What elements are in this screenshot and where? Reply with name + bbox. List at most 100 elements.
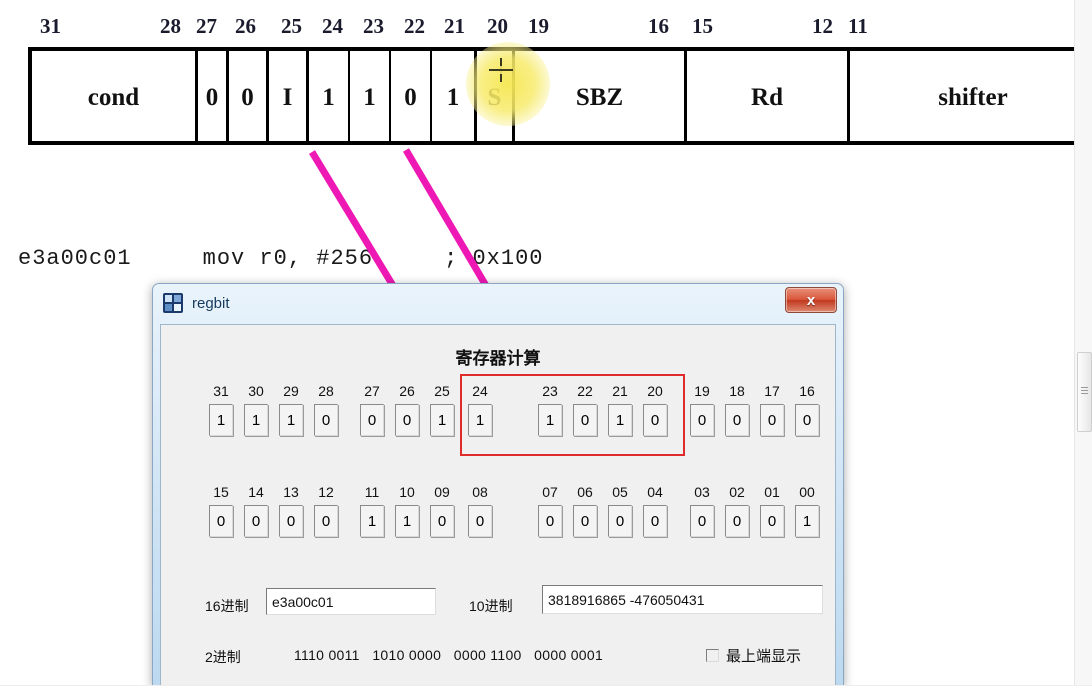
bit-value-11[interactable]: 1 <box>360 505 384 537</box>
bit-value-25[interactable]: 1 <box>430 404 454 436</box>
dialog-client-area: 寄存器计算 31 1 30 1 29 1 28 0 27 0 26 0 25 1… <box>160 324 836 685</box>
bit-value-00[interactable]: 1 <box>795 505 819 537</box>
bit-number-25: 25 <box>434 383 450 399</box>
bit-value-06[interactable]: 0 <box>573 505 597 537</box>
bit-label-12: 12 <box>812 14 833 38</box>
close-icon[interactable]: x <box>785 287 837 313</box>
bit-cell-08[interactable]: 08 0 <box>464 483 496 537</box>
window-title-bar[interactable]: regbit x <box>153 284 843 322</box>
bit-cell-10[interactable]: 10 1 <box>391 483 423 537</box>
scrollbar-thumb[interactable] <box>1077 352 1092 432</box>
bit-value-05[interactable]: 0 <box>608 505 632 537</box>
bit-value-07[interactable]: 0 <box>538 505 562 537</box>
bit-number-27: 27 <box>364 383 380 399</box>
bit-label-15: 15 <box>692 14 713 38</box>
bit-value-13[interactable]: 0 <box>279 505 303 537</box>
field-sbz: SBZ <box>515 51 687 145</box>
bit-number-15: 15 <box>213 484 229 500</box>
bit-value-29[interactable]: 1 <box>279 404 303 436</box>
bit-number-18: 18 <box>729 383 745 399</box>
bit-cell-14[interactable]: 14 0 <box>240 483 272 537</box>
bit-cell-17[interactable]: 17 0 <box>756 382 788 436</box>
bit-value-01[interactable]: 0 <box>760 505 784 537</box>
bit-cell-18[interactable]: 18 0 <box>721 382 753 436</box>
bit-value-14[interactable]: 0 <box>244 505 268 537</box>
bit-number-03: 03 <box>694 484 710 500</box>
bit-number-11: 11 <box>364 484 380 500</box>
instruction-encoding-diagram: 31 28 27 26 25 24 23 22 21 20 19 16 15 1… <box>0 0 1092 160</box>
bit-value-09[interactable]: 0 <box>430 505 454 537</box>
bit-label-31: 31 <box>40 14 61 38</box>
bit-cell-09[interactable]: 09 0 <box>426 483 458 537</box>
bit-cell-26[interactable]: 26 0 <box>391 382 423 436</box>
bit-value-17[interactable]: 0 <box>760 404 784 436</box>
bit-label-24: 24 <box>322 14 343 38</box>
bit-cell-13[interactable]: 13 0 <box>275 483 307 537</box>
bit-value-04[interactable]: 0 <box>643 505 667 537</box>
bit-cell-00[interactable]: 00 1 <box>791 483 823 537</box>
bit-cell-31[interactable]: 31 1 <box>205 382 237 436</box>
bit-number-02: 02 <box>729 484 745 500</box>
bit-number-17: 17 <box>764 383 780 399</box>
bit-value-16[interactable]: 0 <box>795 404 819 436</box>
bit-cell-25[interactable]: 25 1 <box>426 382 458 436</box>
field-bit26-0: 0 <box>229 51 269 145</box>
bit-number-30: 30 <box>248 383 264 399</box>
bit-cell-19[interactable]: 19 0 <box>686 382 718 436</box>
hex-input[interactable]: e3a00c01 <box>266 588 436 615</box>
bit-cell-01[interactable]: 01 0 <box>756 483 788 537</box>
window-title: regbit <box>192 294 230 312</box>
bit-cell-12[interactable]: 12 0 <box>310 483 342 537</box>
bit-number-labels: 31 28 27 26 25 24 23 22 21 20 19 16 15 1… <box>0 14 1092 42</box>
bit-cell-28[interactable]: 28 0 <box>310 382 342 436</box>
highlight-rectangle-bits-24-20 <box>460 374 685 456</box>
field-bit24-1: 1 <box>309 51 350 145</box>
bit-number-07: 07 <box>542 484 558 500</box>
bit-cell-03[interactable]: 03 0 <box>686 483 718 537</box>
bit-number-13: 13 <box>283 484 299 500</box>
bit-value-19[interactable]: 0 <box>690 404 714 436</box>
bit-label-22: 22 <box>404 14 425 38</box>
bit-cell-30[interactable]: 30 1 <box>240 382 272 436</box>
bit-number-06: 06 <box>577 484 593 500</box>
page-scrollbar[interactable] <box>1074 0 1092 686</box>
bit-value-12[interactable]: 0 <box>314 505 338 537</box>
bit-label-19: 19 <box>528 14 549 38</box>
bit-value-18[interactable]: 0 <box>725 404 749 436</box>
bit-cell-06[interactable]: 06 0 <box>569 483 601 537</box>
bit-value-28[interactable]: 0 <box>314 404 338 436</box>
bit-value-15[interactable]: 0 <box>209 505 233 537</box>
bit-value-27[interactable]: 0 <box>360 404 384 436</box>
field-rd: Rd <box>687 51 850 145</box>
bit-cell-29[interactable]: 29 1 <box>275 382 307 436</box>
app-icon <box>163 293 183 313</box>
bit-value-31[interactable]: 1 <box>209 404 233 436</box>
bit-value-30[interactable]: 1 <box>244 404 268 436</box>
bit-number-19: 19 <box>694 383 710 399</box>
bit-value-10[interactable]: 1 <box>395 505 419 537</box>
bit-value-26[interactable]: 0 <box>395 404 419 436</box>
bit-cell-16[interactable]: 16 0 <box>791 382 823 436</box>
bit-cell-11[interactable]: 11 1 <box>356 483 388 537</box>
bit-cell-15[interactable]: 15 0 <box>205 483 237 537</box>
checkbox-icon[interactable] <box>706 649 719 662</box>
bit-value-03[interactable]: 0 <box>690 505 714 537</box>
bit-value-08[interactable]: 0 <box>468 505 492 537</box>
bit-cell-27[interactable]: 27 0 <box>356 382 388 436</box>
bit-cell-05[interactable]: 05 0 <box>604 483 636 537</box>
bit-label-23: 23 <box>363 14 384 38</box>
dec-input[interactable]: 3818916865 -476050431 <box>542 585 823 614</box>
assembly-listing-line: e3a00c01 mov r0, #256 ; 0x100 <box>18 246 544 271</box>
bin-value: 1110 0011 1010 0000 0000 1100 0000 0001 <box>294 647 604 663</box>
topmost-checkbox[interactable]: 最上端显示 <box>706 645 801 666</box>
bit-value-02[interactable]: 0 <box>725 505 749 537</box>
regbit-window[interactable]: regbit x 寄存器计算 31 1 30 1 29 1 28 0 27 0 … <box>152 283 844 686</box>
bit-cell-04[interactable]: 04 0 <box>639 483 671 537</box>
bit-label-26: 26 <box>235 14 256 38</box>
bit-cell-07[interactable]: 07 0 <box>534 483 566 537</box>
bit-row-high: 31 1 30 1 29 1 28 0 27 0 26 0 25 1 24 1 … <box>161 374 835 456</box>
bit-row-low: 15 0 14 0 13 0 12 0 11 1 10 1 09 0 08 0 … <box>161 483 835 553</box>
bit-cell-02[interactable]: 02 0 <box>721 483 753 537</box>
field-bit21-1: 1 <box>432 51 477 145</box>
field-shifter: shifter <box>938 84 1008 111</box>
